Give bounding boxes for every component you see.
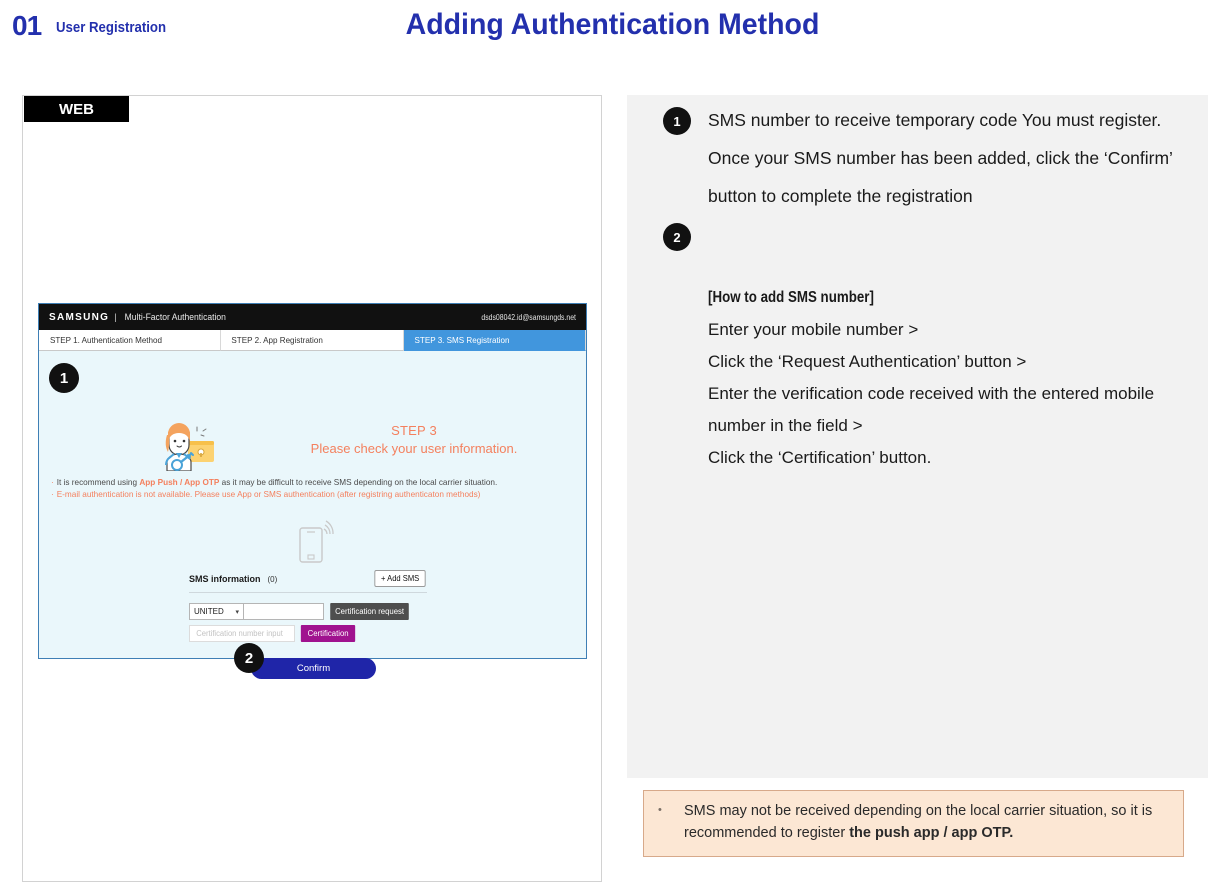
tab-step-1[interactable]: STEP 1. Authentication Method <box>39 330 222 351</box>
howto-step-1: Enter your mobile number > <box>708 320 919 339</box>
mobile-phone-icon <box>296 519 338 568</box>
country-select[interactable]: UNITED ▾ <box>189 603 244 620</box>
howto-step-4: Click the ‘Certification’ button. <box>708 448 932 467</box>
sms-information-label: SMS information <box>189 574 261 584</box>
description-marker-1: 1 <box>663 107 691 135</box>
step-heading-block: STEP 3 Please check your user informatio… <box>249 423 579 456</box>
samsung-logo-text: SAMSUNG <box>49 311 110 323</box>
country-select-value: UNITED <box>194 607 224 616</box>
certification-number-input[interactable]: Certification number input <box>189 625 295 642</box>
certification-entry-row: Certification number input Certification <box>189 625 356 642</box>
step-tabs: STEP 1. Authentication Method STEP 2. Ap… <box>39 330 586 351</box>
notice-line-2: · E-mail authentication is not available.… <box>51 489 576 499</box>
sms-information-row: SMS information (0) + Add SMS <box>189 569 427 593</box>
bullet-icon: · <box>51 477 54 487</box>
right-description-panel: 1 2 SMS number to receive temporary code… <box>627 95 1208 778</box>
confirm-button[interactable]: Confirm <box>251 658 376 679</box>
callout-marker-2: 2 <box>234 643 264 673</box>
bottom-note-bold: the push app / app OTP. <box>849 825 1014 841</box>
certification-request-button[interactable]: Certification request <box>330 603 409 620</box>
tab-step-3-label: STEP 3. SMS Registration <box>414 335 510 345</box>
sms-information-count: (0) <box>267 575 278 584</box>
bottom-note-text: SMS may not be received depending on the… <box>684 800 1169 844</box>
notice-1-highlight: App Push / App OTP <box>139 477 220 487</box>
certification-number-placeholder: Certification number input <box>196 629 283 638</box>
howto-block: [How to add SMS number] Enter your mobil… <box>708 281 1208 474</box>
tab-step-1-label: STEP 1. Authentication Method <box>49 335 163 345</box>
howto-step-3: Enter the verification code received wit… <box>708 384 1155 435</box>
description-marker-2: 2 <box>663 223 691 251</box>
tab-step-3[interactable]: STEP 3. SMS Registration <box>403 330 586 351</box>
browser-mockup: SAMSUNG | Multi-Factor Authentication ds… <box>38 303 587 679</box>
web-badge: WEB <box>24 96 129 122</box>
description-paragraph-2: Once your SMS number has been added, cli… <box>708 148 1173 206</box>
howto-heading: [How to add SMS number] <box>708 289 874 306</box>
account-email: dsds08042.id@samsungds.net <box>481 312 576 322</box>
phone-number-input[interactable] <box>244 603 324 620</box>
step-title: STEP 3 <box>391 423 437 438</box>
description-paragraph-1: SMS number to receive temporary code You… <box>708 110 1162 130</box>
bullet-icon: · <box>51 489 54 499</box>
mock-content: 1 STEP 3 Please check your user informat… <box>39 351 586 679</box>
description-paragraphs: SMS number to receive temporary code You… <box>708 101 1203 215</box>
tab-step-2-label: STEP 2. App Registration <box>231 335 324 345</box>
bottom-note-box: • SMS may not be received depending on t… <box>643 790 1184 857</box>
brand-separator: | <box>114 311 117 322</box>
brand-block: SAMSUNG | Multi-Factor Authentication <box>49 312 228 323</box>
chevron-down-icon: ▾ <box>235 608 239 616</box>
add-sms-button[interactable]: + Add SMS <box>374 569 426 587</box>
notice-2-text: E-mail authentication is not available. … <box>56 489 481 499</box>
notice-1-suffix: as it may be difficult to receive SMS de… <box>219 477 498 487</box>
tab-step-2[interactable]: STEP 2. App Registration <box>221 330 404 351</box>
step-subtitle: Please check your user information. <box>310 441 518 456</box>
product-name: Multi-Factor Authentication <box>124 311 226 322</box>
bullet-icon: • <box>658 804 662 816</box>
howto-step-2: Click the ‘Request Authentication’ butto… <box>708 352 1027 371</box>
slide-page: 01 User Registration Adding Authenticati… <box>0 0 1225 890</box>
user-illustration <box>157 419 221 476</box>
notice-list: · It is recommend using App Push / App OT… <box>51 477 581 501</box>
callout-marker-1: 1 <box>49 363 79 393</box>
page-title: Adding Authentication Method <box>405 8 820 41</box>
notice-line-1: · It is recommend using App Push / App OT… <box>51 477 576 487</box>
sms-information-label-group: SMS information (0) <box>189 569 277 587</box>
mock-topbar: SAMSUNG | Multi-Factor Authentication ds… <box>39 304 586 330</box>
certification-button[interactable]: Certification <box>300 625 356 642</box>
notice-1-prefix: It is recommend using <box>56 477 140 487</box>
phone-entry-row: UNITED ▾ Certification request <box>189 603 410 620</box>
